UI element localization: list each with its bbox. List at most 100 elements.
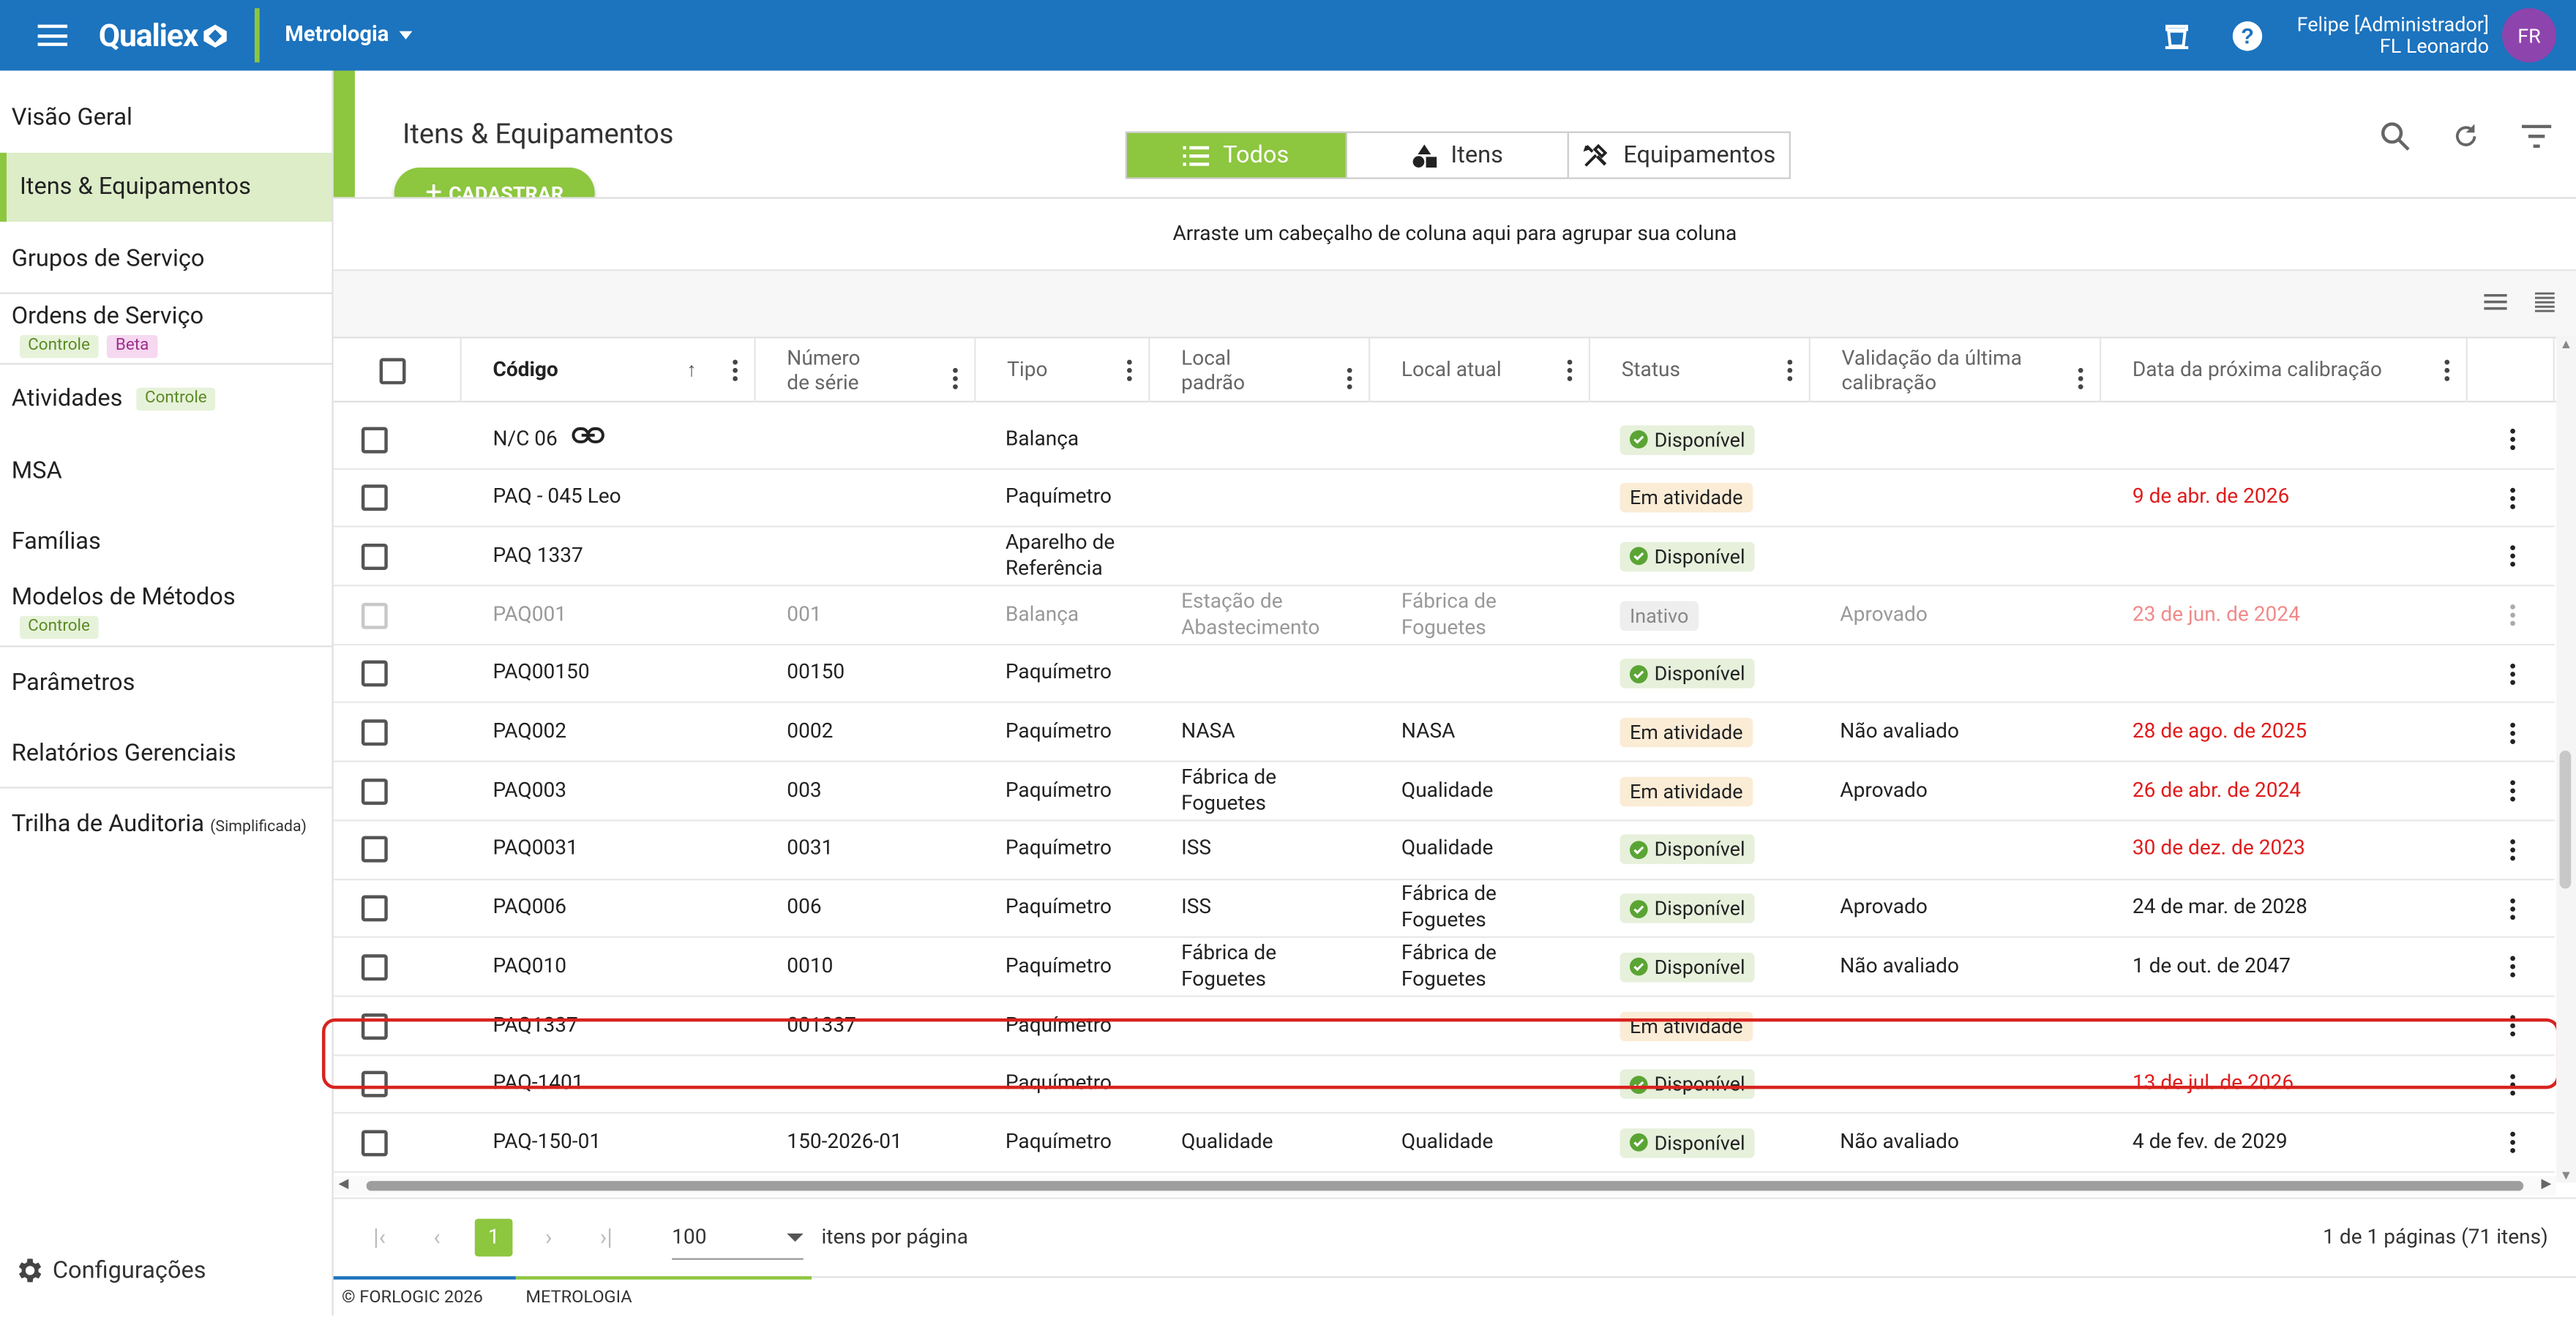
table-row[interactable]: PAQ003 003 Paquímetro Fábrica de Foguetes Qu… bbox=[333, 762, 2555, 822]
column-header-codigo[interactable]: Código ↑ bbox=[462, 338, 756, 403]
row-checkbox[interactable] bbox=[361, 484, 388, 511]
column-header-tipo[interactable]: Tipo bbox=[976, 338, 1150, 403]
column-header-status[interactable]: Status bbox=[1590, 338, 1811, 403]
column-menu-icon[interactable] bbox=[2078, 367, 2083, 390]
row-checkbox[interactable] bbox=[361, 426, 388, 453]
vertical-scrollbar[interactable]: ▲ ▼ bbox=[2556, 337, 2576, 1183]
table-row[interactable]: N/C 06 Balança Disponível bbox=[333, 410, 2555, 470]
table-row[interactable]: PAQ - 045 Leo Paquímetro Em atividade 9 de … bbox=[333, 469, 2555, 528]
row-actions-menu-icon[interactable] bbox=[2510, 663, 2515, 685]
sidebar-item-msa[interactable]: MSA bbox=[0, 457, 332, 484]
table-row[interactable]: PAQ1337 001337 Paquímetro Em atividade bbox=[333, 997, 2555, 1056]
table-row[interactable]: PAQ-1401 Paquímetro Disponível 13 de jul. d… bbox=[333, 1056, 2555, 1114]
column-menu-icon[interactable] bbox=[1347, 367, 1352, 390]
table-row[interactable]: PAQ00150 00150 Paquímetro Disponível bbox=[333, 645, 2555, 704]
scroll-up-arrow-icon[interactable]: ▲ bbox=[2560, 337, 2573, 351]
sidebar-item-relatorios[interactable]: Relatórios Gerenciais bbox=[0, 739, 332, 767]
table-row[interactable]: PAQ-150-01 150-2026-01 Paquímetro Qualidade… bbox=[333, 1114, 2555, 1174]
row-actions-menu-icon[interactable] bbox=[2510, 838, 2515, 861]
row-checkbox[interactable] bbox=[361, 953, 388, 980]
last-page-icon[interactable]: ›| bbox=[586, 1218, 626, 1258]
scroll-left-arrow-icon[interactable]: ◀ bbox=[338, 1176, 348, 1190]
column-header-validacao[interactable]: Validação da última calibração bbox=[1811, 338, 2102, 403]
sidebar-item-ordens-servico[interactable]: Ordens de Serviço Controle Beta bbox=[0, 302, 332, 360]
row-actions-menu-icon[interactable] bbox=[2510, 780, 2515, 802]
row-checkbox[interactable] bbox=[361, 895, 388, 922]
column-menu-icon[interactable] bbox=[1567, 359, 1573, 381]
sidebar-item-familias[interactable]: Famílias bbox=[0, 528, 332, 555]
module-selector[interactable]: Metrologia bbox=[285, 23, 412, 48]
sidebar-item-atividades[interactable]: Atividades Controle bbox=[0, 384, 332, 412]
page-size-select[interactable]: 100 bbox=[672, 1216, 804, 1259]
dense-view-icon[interactable] bbox=[2530, 288, 2559, 317]
row-actions-menu-icon[interactable] bbox=[2510, 604, 2515, 626]
table-row[interactable]: PAQ 1337 Aparelho de Referência Disponível bbox=[333, 528, 2555, 587]
help-icon[interactable]: ? bbox=[2228, 15, 2267, 55]
sidebar-item-itens-equipamentos[interactable]: Itens & Equipamentos bbox=[0, 152, 332, 222]
avatar[interactable]: FR bbox=[2501, 8, 2557, 63]
table-row[interactable]: PAQ002 0002 Paquímetro NASA NASA Em atividade… bbox=[333, 704, 2555, 763]
current-page-button[interactable]: 1 bbox=[474, 1218, 513, 1257]
scroll-down-arrow-icon[interactable]: ▼ bbox=[2560, 1168, 2573, 1182]
compact-view-icon[interactable] bbox=[2481, 288, 2510, 317]
hamburger-menu-icon[interactable] bbox=[33, 15, 72, 55]
group-panel[interactable]: Arraste um cabeçalho de coluna aqui para… bbox=[333, 197, 2576, 271]
row-checkbox[interactable] bbox=[361, 1071, 388, 1098]
horizontal-scroll-thumb[interactable] bbox=[366, 1181, 2524, 1191]
select-all-checkbox[interactable] bbox=[378, 357, 405, 384]
refresh-icon[interactable] bbox=[2446, 116, 2486, 156]
toggle-todos[interactable]: Todos bbox=[1127, 132, 1347, 178]
row-actions-menu-icon[interactable] bbox=[2510, 898, 2515, 920]
sidebar-item-trilha-auditoria[interactable]: Trilha de Auditoria (Simplificada) bbox=[0, 810, 332, 838]
next-page-icon[interactable]: › bbox=[529, 1218, 569, 1258]
column-menu-icon[interactable] bbox=[1127, 359, 1132, 381]
sidebar-item-modelos-metodos[interactable]: Modelos de Métodos Controle bbox=[0, 583, 332, 641]
row-actions-menu-icon[interactable] bbox=[2510, 546, 2515, 568]
column-menu-icon[interactable] bbox=[2444, 359, 2450, 381]
column-header-local-padrao[interactable]: Local padrão bbox=[1150, 338, 1371, 403]
sidebar-item-parametros[interactable]: Parâmetros bbox=[0, 669, 332, 697]
row-checkbox[interactable] bbox=[361, 778, 388, 805]
row-actions-menu-icon[interactable] bbox=[2510, 1132, 2515, 1154]
row-actions-menu-icon[interactable] bbox=[2510, 956, 2515, 978]
row-actions-menu-icon[interactable] bbox=[2510, 428, 2515, 451]
sidebar-item-grupos-servico[interactable]: Grupos de Serviço bbox=[0, 244, 332, 272]
row-actions-menu-icon[interactable] bbox=[2510, 1073, 2515, 1095]
column-header-numero-serie[interactable]: Número de série bbox=[756, 338, 976, 403]
column-menu-icon[interactable] bbox=[733, 359, 738, 381]
filter-icon[interactable] bbox=[2517, 116, 2556, 156]
first-page-icon[interactable]: |‹ bbox=[360, 1218, 400, 1258]
link-icon[interactable] bbox=[572, 425, 605, 453]
toggle-itens[interactable]: Itens bbox=[1347, 132, 1569, 178]
row-checkbox[interactable] bbox=[361, 836, 388, 863]
row-actions-menu-icon[interactable] bbox=[2510, 1015, 2515, 1037]
column-menu-icon[interactable] bbox=[1787, 359, 1793, 381]
row-checkbox[interactable] bbox=[361, 1012, 388, 1039]
vertical-scroll-thumb[interactable] bbox=[2559, 750, 2572, 889]
row-actions-menu-icon[interactable] bbox=[2510, 721, 2515, 743]
row-checkbox[interactable] bbox=[361, 719, 388, 746]
row-checkbox[interactable] bbox=[361, 1130, 388, 1157]
row-checkbox[interactable] bbox=[361, 601, 388, 629]
brand-logo[interactable]: Qualiex bbox=[99, 16, 229, 54]
row-checkbox[interactable] bbox=[361, 661, 388, 688]
table-row[interactable]: PAQ006 006 Paquímetro ISS Fábrica de Foguete… bbox=[333, 879, 2555, 939]
row-checkbox[interactable] bbox=[361, 543, 388, 570]
prev-page-icon[interactable]: ‹ bbox=[417, 1218, 457, 1258]
search-icon[interactable] bbox=[2375, 116, 2415, 156]
sort-ascending-icon[interactable]: ↑ bbox=[686, 358, 696, 383]
scroll-right-arrow-icon[interactable]: ▶ bbox=[2542, 1176, 2552, 1190]
column-header-proxima-calibracao[interactable]: Data da próxima calibração bbox=[2101, 338, 2468, 403]
horizontal-scrollbar[interactable]: ◀ ▶ bbox=[333, 1176, 2557, 1196]
column-menu-icon[interactable] bbox=[953, 367, 958, 390]
coffee-cup-icon[interactable] bbox=[2159, 15, 2198, 55]
row-actions-menu-icon[interactable] bbox=[2510, 487, 2515, 509]
table-row[interactable]: PAQ0031 0031 Paquímetro ISS Qualidade Disponí… bbox=[333, 821, 2555, 880]
table-row[interactable]: PAQ010 0010 Paquímetro Fábrica de Foguetes F… bbox=[333, 939, 2555, 997]
column-header-local-atual[interactable]: Local atual bbox=[1370, 338, 1591, 403]
user-info[interactable]: Felipe [Administrador] FL Leonardo bbox=[2297, 13, 2489, 56]
table-row[interactable]: PAQ001 001 Balança Estação de Abastecimento… bbox=[333, 587, 2555, 645]
toggle-equipamentos[interactable]: Equipamentos bbox=[1569, 133, 1789, 178]
settings-link[interactable]: Configurações bbox=[13, 1255, 206, 1286]
sidebar-item-visao-geral[interactable]: Visão Geral bbox=[0, 103, 332, 131]
